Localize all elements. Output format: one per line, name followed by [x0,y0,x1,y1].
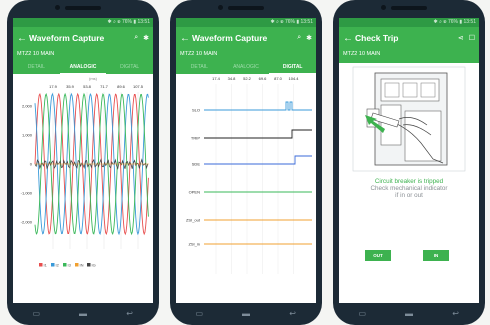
home-icon[interactable]: ▬ [403,309,415,318]
earpiece [391,6,427,10]
home-icon[interactable]: ▬ [77,309,89,318]
instruction-line-2: if in or out [395,192,423,199]
nav-bar: ▭ ▬ ↩ [176,305,316,321]
signal-trace [204,101,312,111]
tab-detail[interactable]: DETAIL [13,61,60,74]
signal-label: OPEN [189,190,200,195]
legend-swatch [87,263,91,267]
time-tick-label: 107.5 [133,84,144,89]
bluetooth-icon[interactable]: ✱ [306,34,312,42]
tab-bar: DETAIL ANALOGIC DIGITAL [13,61,153,74]
signal-label: ZSI_out [186,218,201,223]
digital-signal-chart[interactable]: 17.4 34.8 52.2 69.6 87.0 104.4 SLO TRIP SDE OPEN Z… [176,74,316,284]
phone-icon[interactable]: ☐ [469,34,475,42]
back-icon[interactable]: ↩ [450,309,462,318]
camera-dot [55,5,60,10]
device-name: MTZ2 10 MAIN [339,49,479,63]
instruction-line-1: Check mechanical indicator [370,185,448,192]
time-tick-label: 17.9 [49,84,58,89]
time-tick-label: 34.8 [228,76,237,81]
screen: ✱ ⌕ ⦿ 76% ▮ 13:51 ← Waveform Capture ⌕ ✱… [13,18,153,303]
signal-trace [204,155,312,165]
earpiece [65,6,101,10]
time-tick-label: 69.6 [259,76,268,81]
tab-digital[interactable]: DIGITAL [106,61,153,74]
y-tick-label: -1,000 [21,191,33,196]
page-title: Waveform Capture [192,33,268,43]
phone-waveform-analog: ✱ ⌕ ⦿ 76% ▮ 13:51 ← Waveform Capture ⌕ ✱… [7,0,159,325]
time-tick-label: 53.8 [83,84,92,89]
in-button[interactable]: IN [423,250,449,261]
legend-label: IN [80,263,84,268]
recent-apps-icon[interactable]: ▭ [30,309,42,318]
trip-status: Circuit breaker is tripped [374,178,444,185]
arrow-left-icon[interactable]: ← [180,33,192,44]
tab-bar: DETAIL ANALOGIC DIGITAL [176,61,316,74]
tab-detail[interactable]: DETAIL [176,61,223,74]
status-bar: ✱ ⌕ ⦿ 76% ▮ 13:51 [339,18,479,27]
time-tick-label: 89.6 [117,84,126,89]
page-title: Check Trip [355,33,399,43]
search-icon[interactable]: ⌕ [297,34,301,42]
y-tick-label: 1,000 [22,133,33,138]
time-tick-label: 87.0 [274,76,283,81]
recent-apps-icon[interactable]: ▭ [356,309,368,318]
out-button[interactable]: OUT [365,250,391,261]
time-tick-label: 35.9 [66,84,75,89]
time-tick-label: 52.2 [243,76,252,81]
app-bar: ← Waveform Capture ⌕ ✱ [13,27,153,49]
app-bar: ← Check Trip ⋖ ☐ [339,27,479,49]
device-name: MTZ2 10 MAIN [13,49,153,61]
tab-analogic[interactable]: ANALOGIC [223,61,270,74]
time-tick-label: 71.7 [100,84,109,89]
back-icon[interactable]: ↩ [287,309,299,318]
tab-digital[interactable]: DIGITAL [269,61,316,74]
camera-dot [218,5,223,10]
tab-analogic[interactable]: ANALOGIC [59,61,107,74]
screen: ✱ ⌕ ⦿ 76% ▮ 13:51 ← Check Trip ⋖ ☐ MTZ2 … [339,18,479,303]
time-tick-label: 104.4 [288,76,299,81]
legend-swatch [51,263,55,267]
time-tick-label: 17.4 [212,76,221,81]
nav-bar: ▭ ▬ ↩ [339,305,479,321]
legend-label: I2 [56,263,60,268]
screen: ✱ ⌕ ⦿ 76% ▮ 13:51 ← Waveform Capture ⌕ ✱… [176,18,316,303]
status-bar: ✱ ⌕ ⦿ 76% ▮ 13:51 [176,18,316,27]
legend-label: I1 [44,263,48,268]
camera-dot [381,5,386,10]
signal-label: ZSI_in [188,242,200,247]
signal-label: SDE [192,162,201,167]
phone-check-trip: ✱ ⌕ ⦿ 76% ▮ 13:51 ← Check Trip ⋖ ☐ MTZ2 … [333,0,485,325]
earpiece [228,6,264,10]
signal-label: SLO [192,108,200,113]
phone-waveform-digital: ✱ ⌕ ⦿ 76% ▮ 13:51 ← Waveform Capture ⌕ ✱… [170,0,322,325]
app-bar: ← Waveform Capture ⌕ ✱ [176,27,316,49]
time-unit-label: (ms) [89,76,98,81]
arrow-left-icon[interactable]: ← [17,33,29,44]
share-icon[interactable]: ⋖ [458,34,464,42]
page-title: Waveform Capture [29,33,105,43]
y-tick-label: 0 [30,162,33,167]
arrow-left-icon[interactable]: ← [343,33,355,44]
y-tick-label: 2,000 [22,104,33,109]
legend-swatch [75,263,79,267]
back-icon[interactable]: ↩ [124,309,136,318]
status-bar: ✱ ⌕ ⦿ 76% ▮ 13:51 [13,18,153,27]
nav-bar: ▭ ▬ ↩ [13,305,153,321]
bluetooth-icon[interactable]: ✱ [143,34,149,42]
legend-label: IG [92,263,96,268]
legend-label: I3 [68,263,72,268]
analog-waveform-chart[interactable]: (ms) 17.9 35.9 53.8 71.7 89.6 107.5 2,000 1,000 0… [13,74,153,284]
device-name: MTZ2 10 MAIN [176,49,316,61]
home-icon[interactable]: ▬ [240,309,252,318]
signal-trace [204,129,312,139]
legend-swatch [63,263,67,267]
legend-swatch [39,263,43,267]
signal-label: TRIP [191,136,200,141]
breaker-illustration [352,66,466,172]
search-icon[interactable]: ⌕ [134,34,138,42]
y-tick-label: -2,000 [21,220,33,225]
recent-apps-icon[interactable]: ▭ [193,309,205,318]
